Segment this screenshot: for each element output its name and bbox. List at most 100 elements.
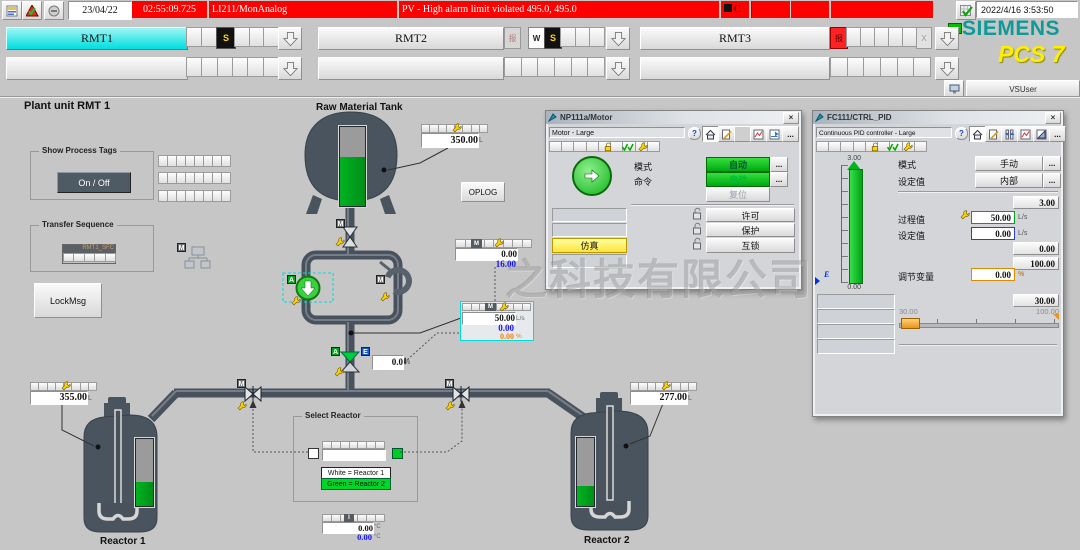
padlock-icon [871, 142, 879, 152]
mv-slider-handle[interactable] [901, 318, 920, 329]
motor-run-indicator[interactable] [572, 156, 612, 196]
pid-sp-more-button[interactable]: ... [1043, 173, 1061, 188]
close-icon[interactable]: × [783, 112, 799, 124]
nav-rmt3-button[interactable]: RMT3 [640, 27, 830, 50]
reactor1-volume-value[interactable]: 355.00 [30, 391, 88, 405]
tank-valve-mode-badge: M [336, 219, 345, 228]
sfc-icon [185, 247, 210, 268]
pid-mode-more-button[interactable]: ... [1043, 156, 1061, 171]
ramp-view-button[interactable] [766, 126, 783, 142]
slot3-expand-button[interactable] [935, 57, 959, 80]
pid-faceplate-title: FC111/CTRL_PID [827, 113, 891, 122]
alarm-message[interactable]: PV - High alarm limit violated 495.0, 49… [399, 1, 719, 18]
process-tags-toggle-button[interactable]: On / Off [57, 172, 131, 193]
r2-valve-mode-badge: M [445, 379, 454, 388]
home-view-button[interactable] [969, 126, 986, 142]
reactor1-feed-valve [245, 386, 261, 402]
alarm-source-tag[interactable]: LI211/MonAnalog [209, 1, 397, 18]
show-process-tags-label: Show Process Tags [39, 146, 120, 155]
selector-input[interactable] [322, 449, 386, 461]
siemens-logo: SIEMENS [962, 17, 1080, 41]
tank-level-gauge [339, 126, 366, 207]
ack-grid-check-icon [960, 5, 973, 17]
tag-cells-row2 [158, 172, 230, 184]
reactor1-select-indicator[interactable] [308, 448, 319, 459]
pid-sp-source-label: 设定值 [898, 175, 925, 188]
alarm-class-cell: C [721, 1, 749, 18]
pid-mode-button[interactable]: 手动 [975, 156, 1043, 171]
pid-sp-source-button[interactable]: 内部 [975, 173, 1043, 188]
rmt1-expand-button[interactable] [278, 27, 302, 50]
motor-interlock-button[interactable]: 互锁 [706, 238, 795, 253]
pid-sp-value[interactable]: 0.00 [971, 227, 1015, 240]
bar-external-marker: E [824, 270, 829, 279]
rmt2-status-cells [560, 27, 604, 47]
wrench-icon [499, 302, 509, 312]
limits-view-button[interactable] [1001, 126, 1018, 142]
nav-rmt1-button[interactable]: RMT1 [6, 27, 188, 50]
more-views-button[interactable]: ... [1049, 126, 1066, 142]
ramp-view-button[interactable] [1033, 126, 1050, 142]
trend-view-button[interactable] [1017, 126, 1034, 142]
mv-slider-ticks [899, 319, 1057, 323]
flow-controller-out: 0.00 [462, 332, 514, 341]
motor-status-field1 [552, 208, 627, 222]
alarm-page-icon [6, 5, 18, 17]
oplog-button[interactable]: OPLOG [461, 182, 505, 202]
reactor2-select-indicator[interactable] [392, 448, 403, 459]
help-icon[interactable]: ? [955, 127, 968, 140]
motor-permission-button[interactable]: 许可 [706, 208, 795, 222]
rmt3-expand-button[interactable] [935, 27, 959, 50]
nav-rmt2-button[interactable]: RMT2 [318, 27, 504, 50]
trend-view-button[interactable] [750, 126, 767, 142]
pid-mv-label: 调节变量 [898, 270, 934, 283]
rmt2-expand-button[interactable] [606, 27, 630, 50]
reactor2-volume-value[interactable]: 277.00 [630, 391, 688, 405]
motor-command-button[interactable]: 启动 [706, 172, 770, 187]
pid-pv-limit-high: 3.00 [1013, 196, 1059, 209]
mute-icon [48, 5, 60, 17]
slot1-status-cells [186, 57, 278, 77]
flow-meter-mode-badge: M [471, 239, 482, 248]
down-arrow-icon [940, 61, 955, 77]
motor-mode-more-button[interactable]: ... [770, 157, 788, 172]
motor-protection-button[interactable]: 保护 [706, 223, 795, 237]
help-icon[interactable]: ? [688, 127, 701, 140]
pcs7-logo: PCS 7 [998, 41, 1080, 68]
motor-mode-button[interactable]: 自动 [706, 157, 770, 172]
motor-reset-button[interactable]: 复位 [706, 187, 770, 202]
ctrl-valve-auto-badge: A [331, 347, 340, 356]
close-icon[interactable]: × [1045, 112, 1061, 124]
limits-view-button[interactable] [734, 126, 751, 142]
flow-controller-display[interactable]: M 50.00 L/s 0.00 0.00 % [460, 301, 534, 341]
batch-view-button[interactable] [718, 126, 735, 142]
valve-position-value[interactable]: 0.0 [372, 355, 404, 370]
pid-block-type-combo[interactable]: Continuous PID controller - Large [816, 127, 952, 138]
alarm-list-button[interactable] [2, 1, 22, 20]
lockmsg-button[interactable]: LockMsg [34, 283, 102, 318]
slot1-expand-button[interactable] [278, 57, 302, 80]
nav-slot3-button[interactable] [640, 57, 830, 80]
alarm-ack-button[interactable] [22, 1, 42, 20]
more-views-button[interactable]: ... [782, 126, 799, 142]
batch-view-button[interactable] [985, 126, 1002, 142]
tank-volume-value[interactable]: 350.00 [421, 133, 479, 148]
motor-command-more-button[interactable]: ... [770, 172, 788, 187]
home-view-button[interactable] [702, 126, 719, 142]
trend-chart-icon [753, 129, 764, 140]
alarm-class-icon [724, 4, 732, 12]
slot2-expand-button[interactable] [606, 57, 630, 80]
motor-block-type-combo[interactable]: Motor - Large [549, 127, 685, 138]
nav-slot1-button[interactable] [6, 57, 188, 80]
motor-faceplate-titlebar[interactable]: NP111a/Motor × [546, 111, 801, 124]
nav-slot2-button[interactable] [318, 57, 504, 80]
motor-simulation-button[interactable]: 仿真 [552, 238, 627, 253]
pid-faceplate-titlebar[interactable]: FC111/CTRL_PID × [813, 111, 1063, 124]
pid-mv-value[interactable]: 0.00 [971, 268, 1015, 281]
horn-mute-button[interactable] [44, 1, 64, 20]
mv-slider-track[interactable] [899, 323, 1059, 328]
pid-faceplate-window: FC111/CTRL_PID × Continuous PID controll… [812, 110, 1064, 417]
release-check-icon [622, 143, 634, 151]
sfc-overview-widget[interactable]: RMT1_SFC [62, 244, 116, 264]
house-icon [705, 129, 716, 140]
